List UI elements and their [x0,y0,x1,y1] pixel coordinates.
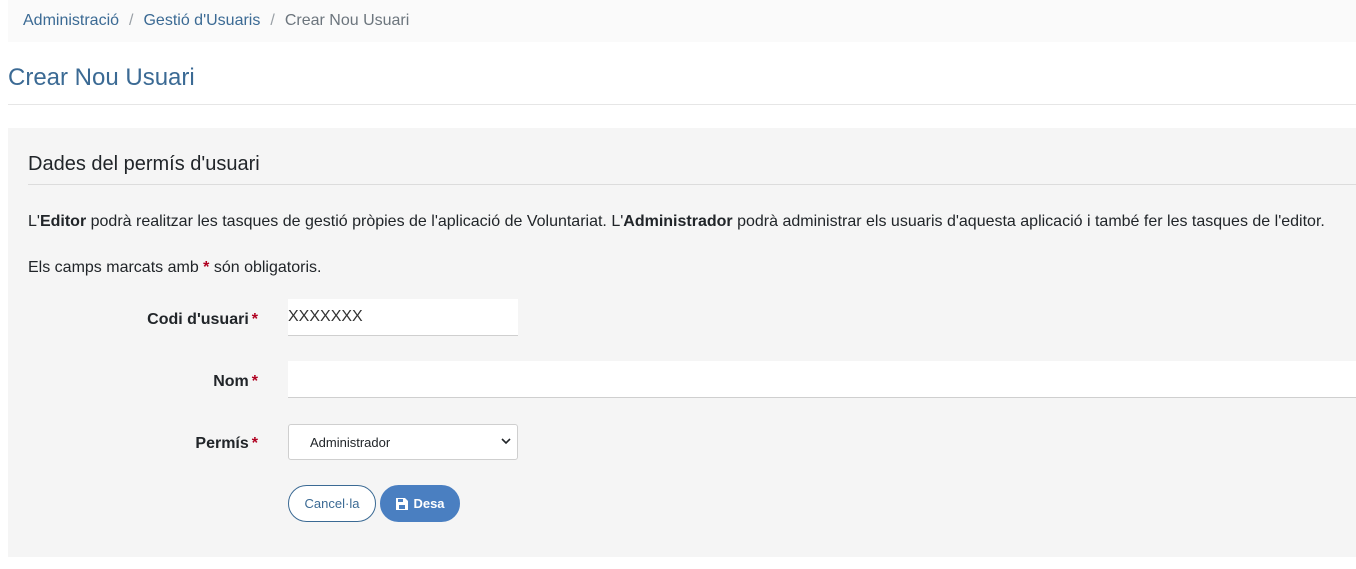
name-label-text: Nom [213,373,249,390]
required-star: * [251,435,258,452]
page-title: Crear Nou Usuari [8,64,195,91]
permission-select[interactable]: Administrador [288,424,518,460]
required-fields-note: Els camps marcats amb * són obligatoris. [28,259,321,277]
user-code-label-text: Codi d'usuari [147,311,249,328]
panel-heading: Dades del permís d'usuari [28,153,260,175]
intro-editor: Editor [39,213,87,230]
breadcrumb-separator: / [270,12,275,29]
permission-select-value: Administrador [310,434,391,450]
title-divider [8,104,1356,105]
save-button[interactable]: Desa [380,485,460,522]
breadcrumb: Administració / Gestió d'Usuaris / Crear… [8,0,1356,42]
intro-administrator: Administrador [623,213,733,230]
required-note-after: són obligatoris. [209,259,322,276]
permission-description: L'Editor podrà realitzar les tasques de … [28,213,1325,231]
save-button-label: Desa [413,496,445,511]
chevron-down-icon [501,438,511,445]
panel-divider [28,184,1356,185]
name-input[interactable] [288,361,1356,398]
required-note-before: Els camps marcats amb [28,259,204,276]
user-code-input[interactable] [288,299,518,336]
name-label: Nom * [213,373,258,391]
permission-label-text: Permís [195,435,249,452]
user-permission-panel: Dades del permís d'usuari L'Editor podrà… [8,128,1356,557]
breadcrumb-current: Crear Nou Usuari [284,12,410,29]
intro-text-1: L' [28,213,40,230]
cancel-button[interactable]: Cancel·la [288,485,376,522]
breadcrumb-separator: / [129,12,134,29]
required-star: * [251,311,258,328]
permission-label: Permís * [195,435,258,453]
required-star: * [251,373,258,390]
save-icon [396,497,409,510]
breadcrumb-gestio-usuaris[interactable]: Gestió d'Usuaris [143,12,260,30]
intro-text-2: podrà realitzar les tasques de gestió pr… [86,213,624,230]
breadcrumb-administracio[interactable]: Administració [23,12,119,30]
intro-text-3: podrà administrar els usuaris d'aquesta … [732,213,1325,230]
user-code-label: Codi d'usuari * [147,311,258,329]
